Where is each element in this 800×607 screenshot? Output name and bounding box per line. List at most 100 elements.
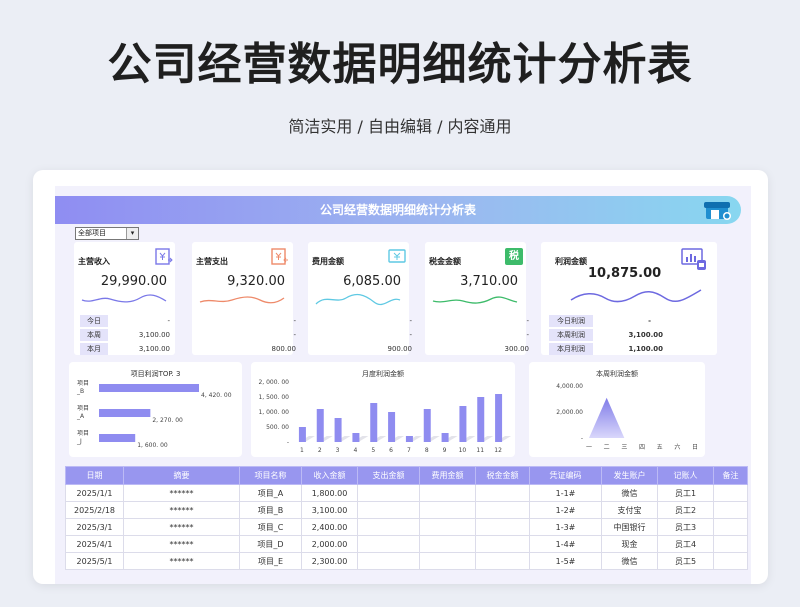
chevron-down-icon[interactable]: ▾ — [126, 228, 138, 239]
table-cell[interactable]: 1,800.00 — [301, 484, 358, 502]
table-cell[interactable]: 员工5 — [657, 552, 714, 570]
table-cell[interactable]: 项目_D — [239, 535, 302, 553]
row-label: 本周利润 — [549, 329, 593, 341]
bar-category-label: 项目 — [77, 405, 89, 412]
table-cell[interactable]: 1-1# — [529, 484, 602, 502]
column-header[interactable]: 支出金额 — [357, 466, 420, 485]
table-cell[interactable]: 微信 — [601, 552, 658, 570]
project-filter-select[interactable]: 全部项目 ▾ — [75, 227, 139, 240]
table-cell[interactable] — [713, 552, 748, 570]
table-cell[interactable]: 2,300.00 — [301, 552, 358, 570]
y-tick-label: 4,000.00 — [556, 383, 583, 390]
table-cell[interactable] — [475, 535, 530, 553]
table-cell[interactable]: 现金 — [601, 535, 658, 553]
table-cell[interactable]: 项目_E — [239, 552, 302, 570]
y-tick-label: 1, 000. 00 — [258, 409, 289, 416]
table-cell[interactable] — [357, 535, 420, 553]
table-cell[interactable]: 1-4# — [529, 535, 602, 553]
column-header[interactable]: 发生账户 — [601, 466, 658, 485]
table-cell[interactable]: 2025/2/18 — [65, 501, 124, 519]
table-row[interactable]: 2025/1/1 ****** 项目_A 1,800.00 1-1# 微信 员工1 — [65, 484, 748, 502]
table-cell[interactable] — [475, 484, 530, 502]
x-tick-label: 9 — [443, 447, 447, 454]
table-cell[interactable] — [357, 552, 420, 570]
table-cell[interactable]: ****** — [123, 518, 240, 536]
table-cell[interactable]: 员工1 — [657, 484, 714, 502]
table-cell[interactable]: ****** — [123, 552, 240, 570]
table-row[interactable]: 2025/2/18 ****** 项目_B 3,100.00 1-2# 支付宝 员工2 — [65, 501, 748, 519]
table-cell[interactable] — [475, 501, 530, 519]
table-cell[interactable]: 1-5# — [529, 552, 602, 570]
table-cell[interactable]: ****** — [123, 484, 240, 502]
table-cell[interactable] — [475, 552, 530, 570]
column-header[interactable]: 摘要 — [123, 466, 240, 485]
card-row-month: 800.00 — [198, 343, 297, 356]
x-tick-label: 二 — [604, 444, 610, 451]
table-cell[interactable] — [419, 484, 476, 502]
table-row[interactable]: 2025/5/1 ****** 项目_E 2,300.00 1-5# 微信 员工5 — [65, 552, 748, 570]
table-cell[interactable]: 1-3# — [529, 518, 602, 536]
table-cell[interactable]: 2025/4/1 — [65, 535, 124, 553]
table-row[interactable]: 2025/3/1 ****** 项目_C 2,400.00 1-3# 中国银行 员工3 — [65, 518, 748, 536]
card-row-month: 本月 3,100.00 — [80, 343, 170, 356]
column-header[interactable]: 凭证编码 — [529, 466, 602, 485]
table-cell[interactable] — [419, 518, 476, 536]
table-cell[interactable]: 项目_B — [239, 501, 302, 519]
table-cell[interactable]: 2,400.00 — [301, 518, 358, 536]
column-header[interactable]: 备注 — [713, 466, 748, 485]
table-cell[interactable] — [419, 552, 476, 570]
table-cell[interactable] — [713, 518, 748, 536]
table-cell[interactable] — [419, 501, 476, 519]
x-tick-label: 日 — [692, 444, 698, 451]
table-cell[interactable]: 项目_A — [239, 484, 302, 502]
table-cell[interactable] — [357, 501, 420, 519]
table-cell[interactable]: 员工4 — [657, 535, 714, 553]
card-fee: 费用金额 6,085.00 - - 900.00 — [308, 242, 412, 355]
column-header[interactable]: 日期 — [65, 466, 124, 485]
row-value: 300.00 — [504, 345, 530, 353]
table-cell[interactable]: 支付宝 — [601, 501, 658, 519]
column-header[interactable]: 项目名称 — [239, 466, 302, 485]
x-tick-label: 7 — [407, 447, 411, 454]
table-row[interactable]: 2025/4/1 ****** 项目_D 2,000.00 1-4# 现金 员工4 — [65, 535, 748, 553]
column-header[interactable]: 收入金额 — [301, 466, 358, 485]
table-cell[interactable]: 项目_C — [239, 518, 302, 536]
row-value: - — [409, 317, 412, 325]
bar — [370, 403, 378, 442]
table-cell[interactable]: 微信 — [601, 484, 658, 502]
row-value: 3,100.00 — [628, 331, 663, 339]
x-tick-label: 10 — [459, 447, 467, 454]
table-cell[interactable] — [713, 501, 748, 519]
table-cell[interactable]: 员工3 — [657, 518, 714, 536]
bar — [298, 427, 306, 442]
table-cell[interactable]: 1-2# — [529, 501, 602, 519]
row-label: 本月利润 — [549, 343, 593, 355]
table-cell[interactable] — [419, 535, 476, 553]
bar-value-label: 1, 600. 00 — [137, 442, 168, 449]
table-cell[interactable]: 2,000.00 — [301, 535, 358, 553]
card-row-today: - — [431, 315, 529, 328]
row-value: 800.00 — [271, 345, 297, 353]
table-cell[interactable] — [357, 518, 420, 536]
row-value: - — [648, 317, 651, 325]
dashboard-banner: 公司经营数据明细统计分析表 — [55, 196, 741, 224]
table-cell[interactable]: 中国银行 — [601, 518, 658, 536]
chart-monthly-panel: 2, 000. 00 1, 500. 00 1, 000. 00 500. 00-1 2… — [251, 362, 515, 457]
y-tick-label: 500. 00 — [266, 424, 289, 431]
card-value: 9,320.00 — [227, 274, 285, 289]
column-header[interactable]: 税金金额 — [475, 466, 530, 485]
bar — [334, 418, 342, 442]
table-cell[interactable] — [475, 518, 530, 536]
table-cell[interactable] — [713, 535, 748, 553]
table-cell[interactable]: 3,100.00 — [301, 501, 358, 519]
column-header[interactable]: 记账人 — [657, 466, 714, 485]
table-cell[interactable]: ****** — [123, 535, 240, 553]
table-cell[interactable]: 员工2 — [657, 501, 714, 519]
table-cell[interactable]: 2025/1/1 — [65, 484, 124, 502]
column-header[interactable]: 费用金额 — [419, 466, 476, 485]
table-cell[interactable]: 2025/3/1 — [65, 518, 124, 536]
table-cell[interactable] — [713, 484, 748, 502]
table-cell[interactable]: 2025/5/1 — [65, 552, 124, 570]
table-cell[interactable]: ****** — [123, 501, 240, 519]
table-cell[interactable] — [357, 484, 420, 502]
